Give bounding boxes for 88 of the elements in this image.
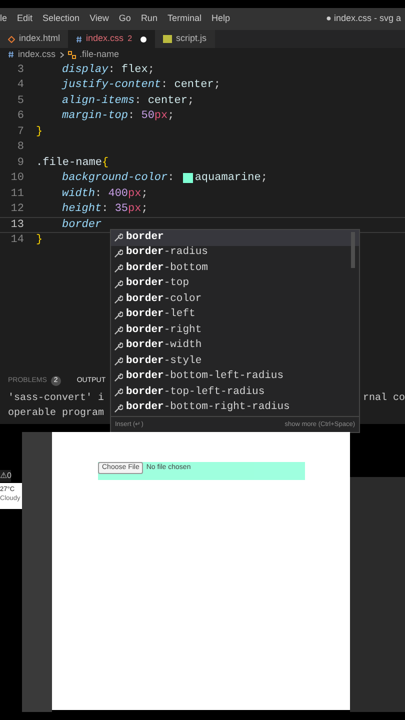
line-number: 10	[10, 171, 25, 186]
code-text: background-color:	[62, 171, 176, 186]
menu-item[interactable]: Help	[206, 12, 235, 26]
menu-item[interactable]: Selection	[38, 12, 85, 26]
suggestion-label: border-color	[126, 292, 202, 307]
suggestion-item[interactable]: border-width	[111, 338, 359, 354]
line-number: 3	[16, 62, 25, 78]
tab-label: index.css	[86, 32, 124, 46]
suggestion-label: border-width	[126, 338, 202, 354]
suggestion-label: border-style	[126, 354, 202, 369]
line-number: 6	[16, 109, 25, 124]
suggestion-item[interactable]: border-bottom	[111, 261, 359, 276]
suggestion-label: border-radius	[126, 245, 208, 260]
code-text: display: flex;	[62, 62, 154, 78]
editor-tab[interactable]: index.css 2	[68, 30, 156, 48]
suggestion-label: border	[126, 230, 164, 245]
suggestion-item[interactable]: border-right	[111, 323, 359, 338]
suggestion-item[interactable]: border-bottom-left-radius	[111, 370, 359, 385]
tab-label: script.js	[176, 32, 207, 46]
problem-count: 2	[128, 33, 132, 45]
suggestion-label: border-right	[126, 322, 202, 338]
wrench-icon	[114, 326, 123, 336]
wrench-icon	[114, 233, 123, 242]
suggestion-label: border-bottom-right-radius	[126, 400, 290, 416]
line-number: 13	[10, 218, 25, 232]
wrench-icon	[114, 295, 123, 304]
line-number: 5	[16, 94, 25, 108]
output-text: 'sass-convert' i	[8, 392, 104, 406]
line-number: 14	[10, 233, 25, 248]
chevron-icon	[60, 52, 64, 58]
suggestion-item[interactable]: border-style	[111, 354, 359, 370]
suggestion-label: border-bottom	[126, 260, 208, 276]
code-text: }	[36, 233, 43, 248]
diamond-icon	[8, 36, 15, 42]
hash-icon	[76, 36, 82, 42]
output-text: operable program	[8, 406, 104, 421]
suggestion-label: border-bottom-left-radius	[126, 369, 284, 384]
suggestion-item[interactable]: border	[111, 230, 359, 246]
suggestion-label: border-left	[126, 307, 196, 322]
code-text: border	[62, 218, 102, 232]
suggestion-item[interactable]: border-color	[111, 292, 359, 308]
suggestion-label: border-top	[126, 276, 190, 292]
code-text: align-items: center;	[62, 94, 194, 108]
menu-item[interactable]: le	[0, 12, 12, 26]
line-number: 8	[16, 140, 25, 155]
window-title: ● index.css - svg a	[326, 12, 401, 26]
code-text: aquamarine;	[194, 171, 268, 186]
wrench-icon	[114, 372, 123, 382]
code-text: justify-content: center;	[62, 78, 220, 93]
breadcrumb-item[interactable]: index.css	[18, 48, 56, 62]
suggestion-item[interactable]: border-radius	[111, 246, 359, 261]
warning-count[interactable]: ⚠0	[0, 470, 12, 482]
suggestion-item[interactable]: border-bottom-right-radius	[111, 400, 359, 416]
suggestion-item[interactable]: border-top-left-radius	[111, 385, 359, 400]
hash-icon	[8, 51, 14, 58]
symbol-icon	[68, 50, 76, 58]
code-text: height: 35px;	[62, 202, 148, 217]
menu-item[interactable]: Run	[136, 12, 162, 26]
line-number: 11	[10, 186, 25, 202]
wrench-icon	[114, 404, 123, 413]
code-text: margin-top: 50px;	[62, 109, 174, 124]
menu-item[interactable]: View	[84, 12, 114, 26]
script-icon	[163, 35, 172, 43]
suggestion-label: border-top-left-radius	[126, 384, 265, 400]
editor-tab[interactable]: index.html	[0, 30, 68, 48]
wrench-icon	[114, 248, 123, 258]
output-text: rnal co	[362, 392, 405, 406]
menu-item[interactable]: Go	[114, 12, 136, 26]
wrench-icon	[114, 310, 123, 320]
suggestion-item[interactable]: border-top	[111, 276, 359, 292]
code-text: }	[36, 124, 43, 140]
code-text: .file-name{	[36, 156, 109, 170]
wrench-icon	[114, 342, 123, 351]
breadcrumb-item[interactable]: .file-name	[80, 48, 120, 62]
menu-item[interactable]: Terminal	[162, 12, 206, 26]
line-number: 7	[16, 124, 25, 140]
line-number: 9	[16, 156, 25, 170]
wrench-icon	[114, 357, 123, 366]
line-number: 12	[10, 202, 25, 217]
menu-item[interactable]: Edit	[12, 12, 38, 26]
wrench-icon	[114, 280, 123, 289]
editor-tab[interactable]: script.js	[155, 30, 215, 48]
wrench-icon	[114, 264, 123, 274]
suggestion-item[interactable]: border-left	[111, 308, 359, 323]
line-number: 4	[16, 78, 25, 93]
wrench-icon	[114, 388, 123, 398]
code-text: width: 400px;	[62, 186, 148, 202]
tab-label: index.html	[19, 32, 60, 46]
